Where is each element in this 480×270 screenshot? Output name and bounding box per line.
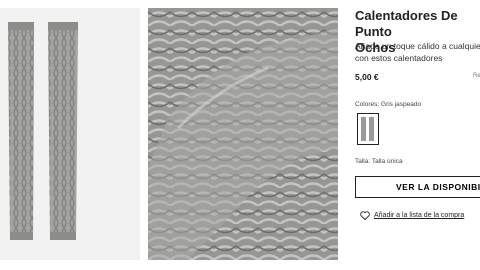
- product-gallery: [0, 0, 345, 270]
- product-price: 5,00 €: [355, 72, 379, 82]
- color-swatch-gris-jaspeado[interactable]: [357, 113, 379, 145]
- swatch-thumbnail-icon: [361, 117, 374, 141]
- wishlist-link-label: Añadir a la lista de la compra: [374, 212, 465, 219]
- leg-warmers-illustration: [8, 22, 78, 240]
- size-label: Talla: Talla única: [355, 158, 403, 165]
- add-to-wishlist-link[interactable]: Añadir a la lista de la compra: [360, 211, 464, 220]
- product-image-detail[interactable]: [148, 8, 338, 260]
- product-reference: Re: [473, 73, 480, 79]
- knit-texture-closeup: [148, 8, 338, 260]
- check-availability-button[interactable]: VER LA DISPONIBILIDA: [355, 176, 480, 198]
- heart-outline-icon: [360, 211, 370, 220]
- product-description: Añade un toque cálido a cualquie con est…: [355, 41, 480, 63]
- product-image-full[interactable]: [0, 8, 140, 260]
- color-label: Colores: Gris jaspeado: [355, 101, 422, 108]
- product-info-panel: Calentadores De Punto Ochos Añade un toq…: [355, 0, 480, 270]
